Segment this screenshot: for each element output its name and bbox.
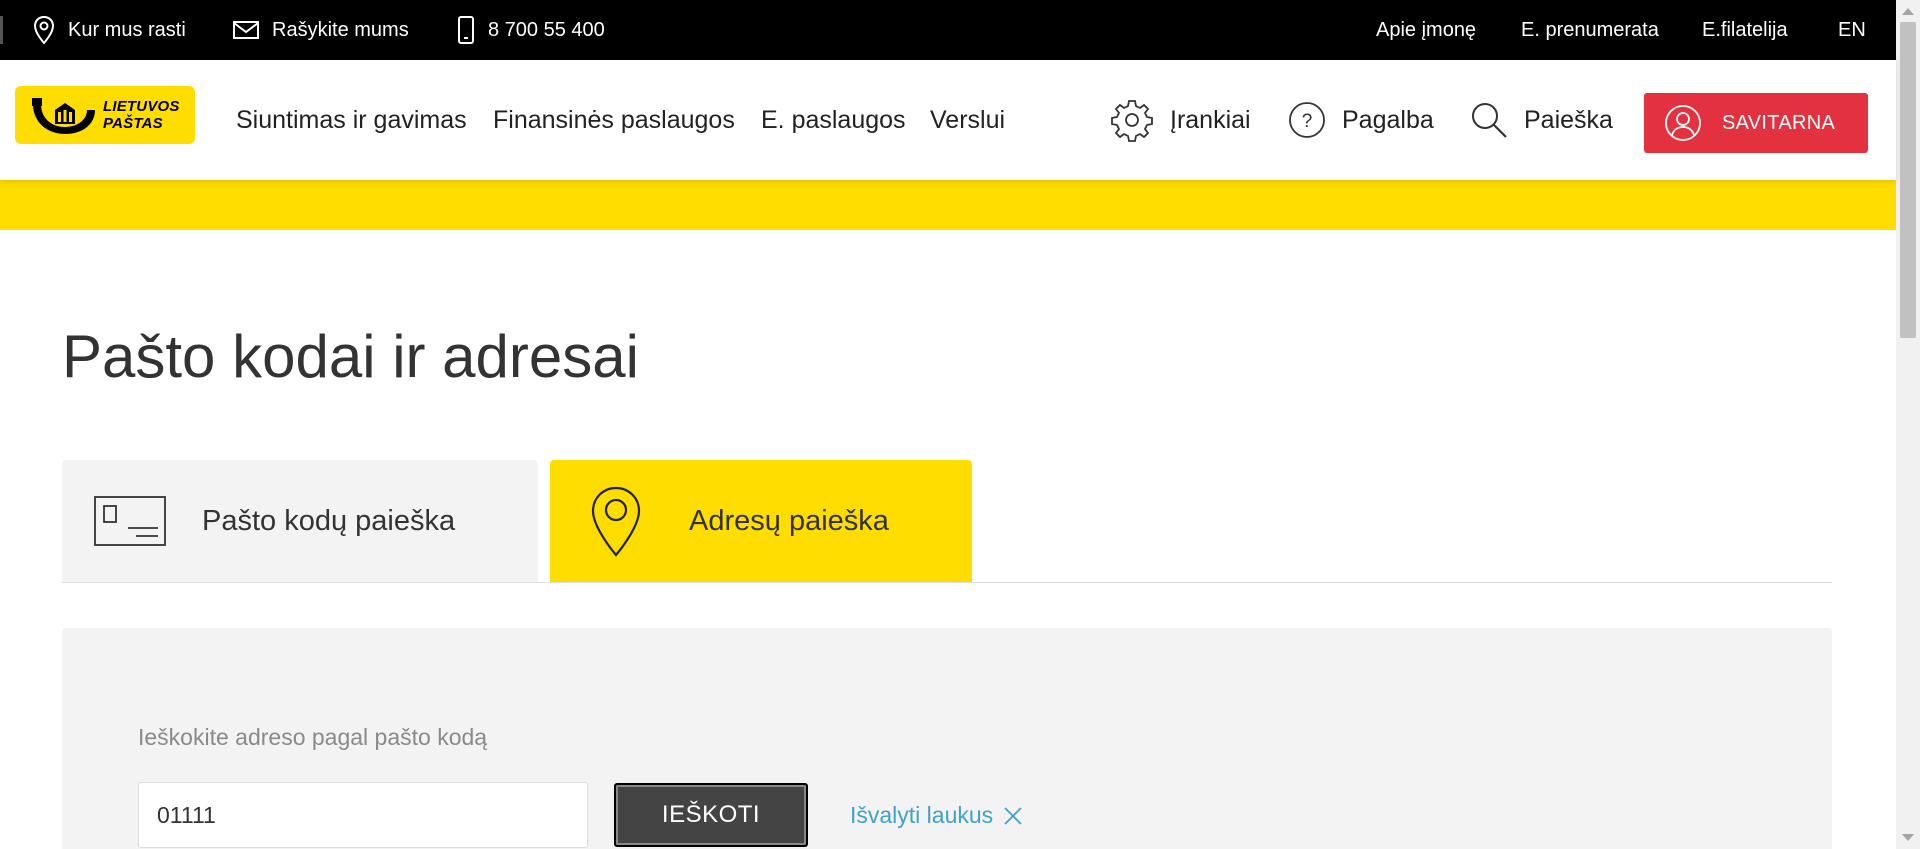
about-company-link[interactable]: Apie įmonę [1376,0,1476,60]
svg-text:?: ? [1302,111,1313,132]
tools-label: Įrankiai [1170,105,1251,134]
write-us-label: Rašykite mums [272,18,409,41]
nav-financial-services[interactable]: Finansinės paslaugos [493,60,735,180]
main-header: LIETUVOS PAŠTAS Siuntimas ir gavimas Fin… [0,60,1896,180]
mobile-phone-icon [458,16,474,44]
tools-menu[interactable]: Įrankiai [1110,60,1251,180]
tab-postcode-label: Pašto kodų paieška [202,505,456,537]
left-edge-marker [0,16,3,44]
e-subscription-link[interactable]: E. prenumerata [1521,0,1659,60]
find-us-label: Kur mus rasti [68,18,186,41]
clear-fields-link[interactable]: Išvalyti laukus [850,802,1023,829]
top-utility-bar: Kur mus rasti Rašykite mums 8 700 55 400… [0,0,1896,60]
scroll-up-arrow-icon[interactable] [1902,8,1914,15]
write-us-link[interactable]: Rašykite mums [232,0,409,60]
logo-wordmark: LIETUVOS PAŠTAS [103,98,180,132]
language-switch[interactable]: EN [1838,0,1866,60]
e-philately-link[interactable]: E.filatelija [1702,0,1788,60]
find-us-link[interactable]: Kur mus rasti [32,0,186,60]
phone-label: 8 700 55 400 [488,18,605,41]
page-title: Pašto kodai ir adresai [62,323,639,390]
close-icon [1004,806,1022,825]
nav-e-services[interactable]: E. paslaugos [761,60,906,180]
postcard-icon [94,496,166,546]
tab-postcode-search[interactable]: Pašto kodų paieška [62,460,538,582]
location-pin-icon [33,15,55,45]
page-scrollbar[interactable] [1896,0,1920,849]
search-submit-button[interactable]: IEŠKOTI [614,783,808,847]
yellow-accent-band [0,180,1896,230]
user-circle-icon [1665,105,1701,141]
scrollbar-thumb[interactable] [1900,22,1916,338]
magnifier-icon [1472,103,1507,138]
clear-fields-label: Išvalyti laukus [850,802,994,828]
tab-address-search[interactable]: Adresų paieška [550,460,972,582]
help-menu[interactable]: ? Pagalba [1288,60,1434,180]
help-label: Pagalba [1342,105,1434,134]
lietuvos-pastas-logo[interactable]: LIETUVOS PAŠTAS [15,86,195,144]
tab-address-label: Adresų paieška [689,505,889,537]
logo-line-1: LIETUVOS [103,98,180,115]
post-horn-logo-icon [32,98,95,134]
postcode-input[interactable] [138,782,588,848]
map-pin-icon [591,486,641,557]
tabs-divider [62,582,1832,583]
logo-line-2: PAŠTAS [103,115,163,132]
address-search-panel: Ieškokite adreso pagal pašto kodą IEŠKOT… [62,628,1832,849]
search-label: Paieška [1524,105,1613,134]
envelope-icon [233,21,259,39]
postcode-field-label: Ieškokite adreso pagal pašto kodą [138,724,488,750]
nav-shipping[interactable]: Siuntimas ir gavimas [236,60,467,180]
gear-icon [1111,100,1153,142]
scroll-down-arrow-icon[interactable] [1902,834,1914,841]
self-service-button[interactable]: SAVITARNA [1644,93,1868,153]
search-menu[interactable]: Paieška [1470,60,1613,180]
question-circle-icon: ? [1289,102,1325,138]
self-service-label: SAVITARNA [1722,111,1836,134]
phone-link[interactable]: 8 700 55 400 [456,0,605,60]
nav-business[interactable]: Verslui [930,60,1005,180]
